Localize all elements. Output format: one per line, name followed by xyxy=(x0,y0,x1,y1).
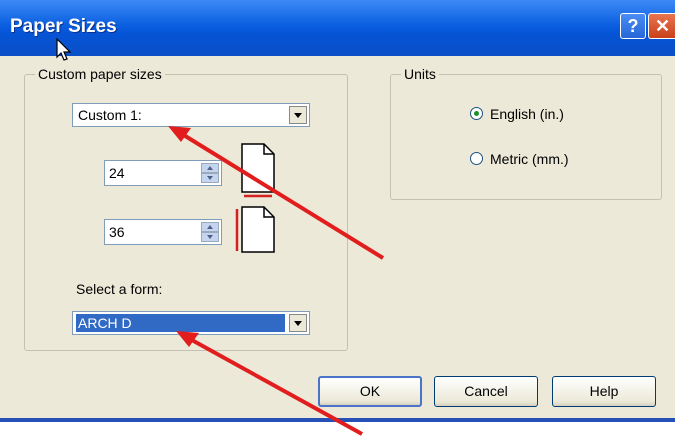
arrow-to-form-select xyxy=(176,331,363,436)
annotation-arrows xyxy=(168,126,385,436)
arrow-to-custom-select xyxy=(168,126,385,260)
